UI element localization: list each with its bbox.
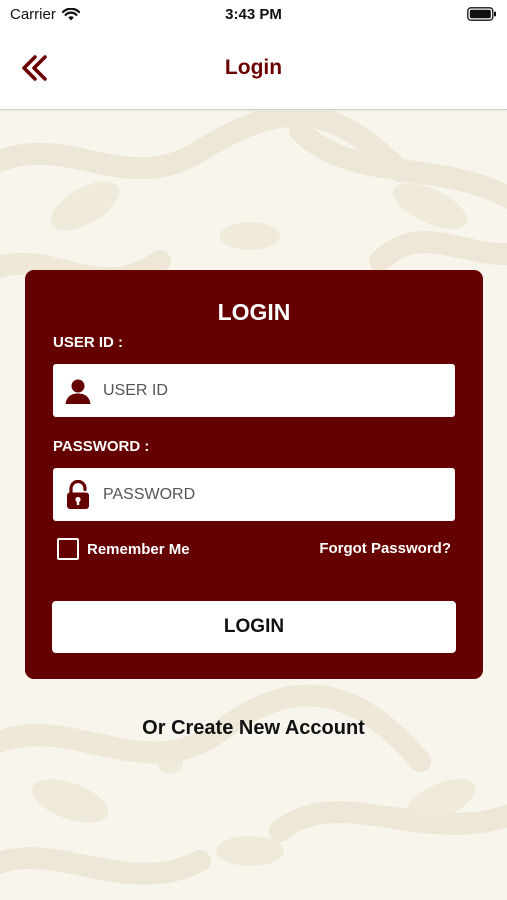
- password-field[interactable]: [53, 468, 455, 521]
- user-id-label: USER ID :: [53, 334, 124, 351]
- login-button[interactable]: LOGIN: [52, 601, 456, 653]
- password-input[interactable]: [103, 468, 455, 521]
- create-account-link[interactable]: Or Create New Account: [0, 717, 507, 740]
- login-card-title: LOGIN: [217, 299, 291, 325]
- user-id-input[interactable]: [103, 364, 455, 417]
- forgot-password-link[interactable]: Forgot Password?: [319, 540, 451, 557]
- user-id-field[interactable]: [53, 364, 455, 417]
- remember-me-label: Remember Me: [87, 540, 190, 558]
- battery-icon: [467, 7, 496, 21]
- password-label: PASSWORD :: [53, 438, 150, 455]
- unlocked-padlock-icon: [67, 479, 89, 509]
- user-icon: [65, 379, 91, 404]
- login-card: LOGIN USER ID : PASSWORD : Remember Me F…: [25, 270, 483, 679]
- page-title: Login: [224, 56, 283, 79]
- status-time: 3:43 PM: [225, 6, 282, 23]
- navigation-bar: Login: [0, 28, 507, 110]
- remember-me-toggle[interactable]: Remember Me: [57, 538, 190, 560]
- status-bar: Carrier 3:43 PM: [0, 0, 507, 28]
- remember-me-checkbox[interactable]: [57, 538, 79, 560]
